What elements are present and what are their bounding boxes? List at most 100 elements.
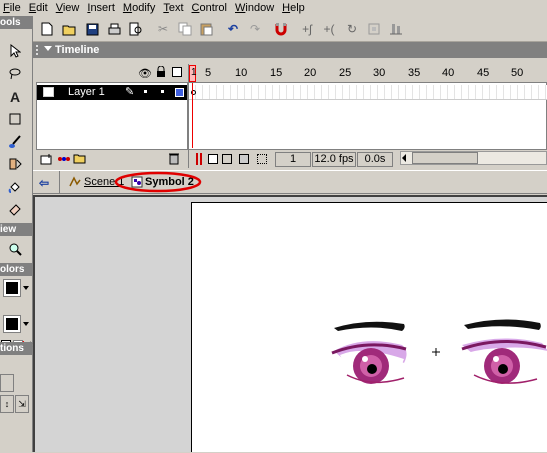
playhead-label: 1 [191, 67, 197, 78]
layer-row[interactable]: Layer 1 ✎ [37, 85, 187, 100]
onion-outline-icon[interactable] [222, 154, 232, 164]
ruler-label: 50 [511, 67, 524, 79]
back-arrow-icon[interactable]: ⇦ [39, 176, 49, 190]
zoom-tool-icon[interactable] [5, 239, 25, 259]
ruler-label: 10 [235, 67, 248, 79]
option-button-1[interactable] [0, 374, 14, 392]
registration-point [432, 348, 440, 356]
scroll-left-icon[interactable] [402, 154, 406, 162]
save-icon[interactable] [83, 20, 101, 38]
ruler-label: 5 [205, 67, 212, 79]
eyes-artwork [331, 319, 547, 385]
collapse-arrow-icon[interactable] [44, 46, 52, 51]
menu-control[interactable]: Control [189, 0, 232, 16]
rotate-icon[interactable]: ↻ [343, 20, 361, 38]
scrollbar-thumb[interactable] [412, 152, 478, 164]
menu-view[interactable]: View [53, 0, 85, 16]
tools-panel: ools A iew olors ⇄ tions ↕ ⇲ [0, 16, 33, 452]
menu-edit[interactable]: Edit [26, 0, 53, 16]
ruler-label: 45 [477, 67, 490, 79]
colors-header: olors [0, 263, 32, 276]
add-guide-layer-icon[interactable] [56, 153, 72, 168]
copy-icon[interactable] [176, 20, 194, 38]
menu-window[interactable]: Window [232, 0, 279, 16]
right-pupil [498, 364, 508, 374]
left-highlight [362, 356, 368, 362]
straighten-icon[interactable]: +( [320, 20, 338, 38]
layer-name[interactable]: Layer 1 [68, 86, 105, 98]
add-folder-icon[interactable] [73, 153, 86, 167]
menu-file[interactable]: File [0, 0, 26, 16]
smooth-icon[interactable]: +ʃ [298, 20, 316, 38]
ruler-label: 35 [408, 67, 421, 79]
edit-multiple-icon[interactable] [239, 154, 249, 164]
right-highlight [493, 356, 499, 362]
onion-skin-icon[interactable] [208, 154, 218, 164]
visibility-dot[interactable] [144, 90, 147, 93]
fill-color-swatch[interactable] [3, 315, 21, 333]
pencil-icon: ✎ [125, 86, 135, 98]
options-header: tions [0, 342, 32, 355]
layer-footer [36, 149, 188, 168]
stroke-dropdown-icon[interactable] [23, 286, 29, 290]
center-frame-icon[interactable] [196, 153, 202, 165]
brush-tool-icon[interactable] [5, 132, 25, 152]
edit-bar: ⇦ Scene 1 Symbol 2 [33, 170, 547, 194]
ruler-label: 40 [442, 67, 455, 79]
text-tool-icon[interactable]: A [5, 87, 25, 107]
lock-dot[interactable] [161, 90, 164, 93]
transform-tool-icon[interactable] [5, 154, 25, 174]
fill-dropdown-icon[interactable] [23, 322, 29, 326]
right-brow [464, 319, 541, 330]
timeline-grip[interactable] [36, 45, 40, 55]
frame-ruler[interactable]: 5 10 15 20 25 30 35 40 45 50 [189, 64, 547, 83]
modify-markers-icon[interactable] [257, 154, 267, 164]
stroke-color-swatch[interactable] [3, 279, 21, 297]
rectangle-tool-icon[interactable] [5, 109, 25, 129]
align-icon[interactable] [387, 20, 405, 38]
arrow-tool-icon[interactable] [5, 41, 25, 61]
menu-insert[interactable]: Insert [84, 0, 120, 16]
divider [59, 171, 60, 193]
paint-bucket-icon[interactable] [5, 177, 25, 197]
frame-row[interactable] [189, 85, 547, 100]
scale-icon[interactable] [365, 20, 383, 38]
outline-color-swatch[interactable] [175, 88, 184, 97]
paste-icon[interactable] [198, 20, 216, 38]
main-toolbar: ✂ ↶ ↷ +ʃ +( ↻ [33, 16, 547, 42]
ruler-label: 25 [339, 67, 352, 79]
redo-icon[interactable]: ↷ [246, 20, 264, 38]
eye-icon[interactable]: 👁 [138, 67, 152, 80]
open-folder-icon[interactable] [61, 20, 79, 38]
lasso-tool-icon[interactable] [5, 64, 25, 84]
menu-modify[interactable]: Modify [120, 0, 160, 16]
undo-icon[interactable]: ↶ [224, 20, 242, 38]
lock-icon[interactable] [156, 65, 166, 81]
trash-icon[interactable] [169, 152, 179, 168]
print-icon[interactable] [105, 20, 123, 38]
add-layer-icon[interactable] [40, 153, 54, 168]
snap-magnet-icon[interactable] [272, 20, 290, 38]
print-preview-icon[interactable] [127, 20, 145, 38]
new-file-icon[interactable] [38, 20, 56, 38]
ruler-label: 15 [270, 67, 283, 79]
ruler-label: 20 [304, 67, 317, 79]
tools-header: ools [0, 16, 32, 29]
menu-text[interactable]: Text [160, 0, 188, 16]
option-straighten-icon[interactable]: ⇲ [15, 395, 29, 413]
layer-page-icon [43, 87, 54, 97]
scene-icon [69, 176, 81, 191]
left-brow [334, 321, 405, 331]
stage[interactable] [191, 202, 547, 452]
eraser-tool-icon[interactable] [5, 199, 25, 219]
cut-icon[interactable]: ✂ [154, 20, 172, 38]
elapsed-time: 0.0s [357, 152, 393, 167]
timeline-title[interactable]: Timeline [33, 42, 547, 58]
outline-icon[interactable] [172, 67, 182, 77]
ruler-label: 30 [373, 67, 386, 79]
playhead[interactable]: 1 [189, 65, 197, 82]
option-smooth-icon[interactable]: ↕ [0, 395, 14, 413]
menu-help[interactable]: Help [279, 0, 310, 16]
playhead-line [192, 83, 193, 148]
highlight-ellipse [114, 171, 202, 193]
